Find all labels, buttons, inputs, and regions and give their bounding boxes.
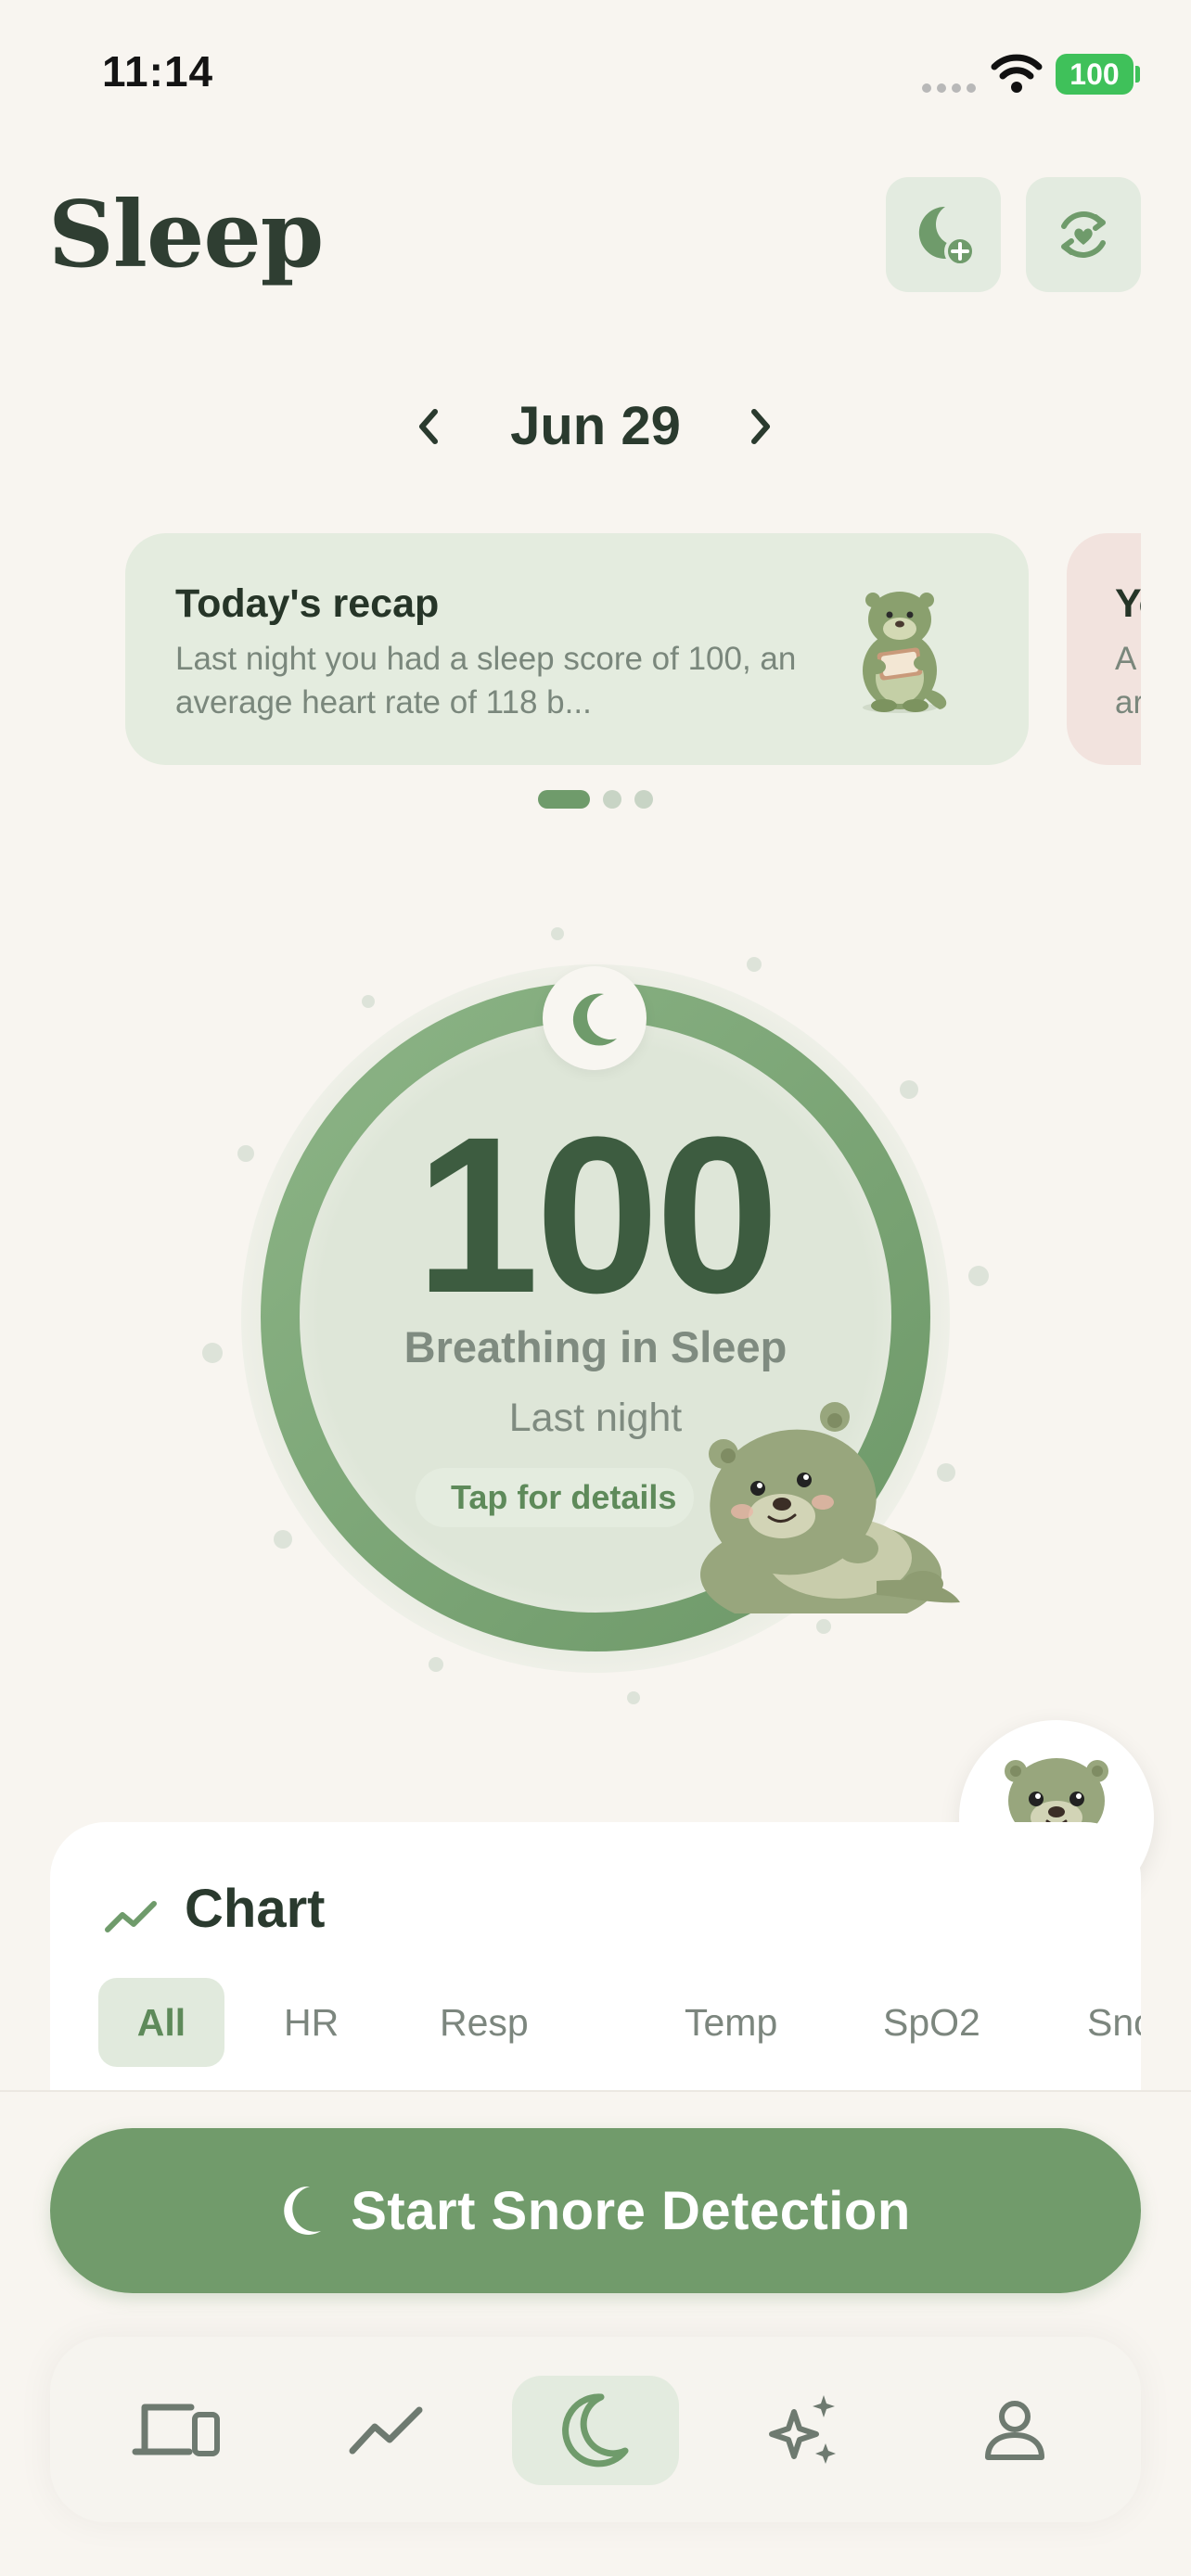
nav-sleep[interactable] <box>512 2376 679 2485</box>
battery-cap <box>1135 66 1140 83</box>
sparkles-icon <box>769 2395 836 2464</box>
nav-trends[interactable] <box>302 2376 469 2485</box>
recap-next-title: Yo <box>1115 581 1141 626</box>
sleep-score-value: 100 <box>415 1090 779 1339</box>
start-snore-detection-button[interactable]: Start Snore Detection <box>50 2128 1141 2293</box>
tab-snore[interactable]: Sno <box>1087 1978 1141 2067</box>
bottom-navigation <box>50 2337 1141 2522</box>
devices-icon <box>132 2404 220 2456</box>
otter-lying-illustration <box>700 1402 960 1613</box>
tab-all[interactable]: All <box>98 1978 224 2067</box>
sync-heart-icon <box>1061 211 1106 258</box>
chart-tabs: All HR Resp Temp SpO2 Sno <box>98 1978 1141 2071</box>
page-dot <box>634 790 653 809</box>
battery-indicator: 100 <box>1056 54 1133 95</box>
otter-reading-illustration <box>863 592 947 713</box>
tap-for-details-button[interactable]: Tap for details <box>416 1468 694 1527</box>
carousel-page-indicator <box>0 790 1191 809</box>
trend-icon <box>349 2406 423 2455</box>
sleep-score-ring[interactable]: 100 Breathing in Sleep Last night Tap fo… <box>186 909 1005 1728</box>
recap-body: Last night you had a sleep score of 100,… <box>175 641 797 721</box>
tab-temp[interactable]: Temp <box>685 1978 777 2067</box>
page-dot-active <box>538 790 590 809</box>
sync-button[interactable] <box>1026 177 1141 292</box>
moon-badge <box>543 966 647 1070</box>
profile-icon <box>985 2401 1044 2460</box>
sleep-moon-icon <box>562 2393 629 2468</box>
wifi-icon <box>991 54 1043 93</box>
add-sleep-button[interactable] <box>886 177 1001 292</box>
moon-icon <box>572 993 617 1046</box>
nav-devices[interactable] <box>93 2376 260 2485</box>
trend-chart-icon <box>105 1901 157 1932</box>
chart-heading: Chart <box>185 1879 326 1939</box>
next-day-button[interactable] <box>735 401 787 453</box>
cta-label: Start Snore Detection <box>351 2180 911 2241</box>
moon-plus-icon <box>918 206 976 267</box>
decor-dot <box>551 927 564 940</box>
decor-dot <box>429 1657 443 1672</box>
score-metric-label: Breathing in Sleep <box>403 1322 788 1371</box>
chart-card: Chart All HR Resp Temp SpO2 Sno <box>50 1822 1141 2110</box>
tab-resp[interactable]: Resp <box>440 1978 529 2067</box>
nav-insights[interactable] <box>722 2376 889 2485</box>
page-title: Sleep <box>48 182 324 288</box>
chevron-right-icon <box>751 409 770 444</box>
moon-icon <box>284 2186 322 2235</box>
cellular-signal-icon <box>922 83 976 93</box>
page-dot <box>603 790 621 809</box>
current-date: Jun 29 <box>510 396 681 456</box>
recap-card[interactable]: Today's recap Last night you had a sleep… <box>125 533 1029 765</box>
tab-hr[interactable]: HR <box>284 1978 339 2067</box>
decor-dot <box>627 1691 640 1704</box>
tab-spo2[interactable]: SpO2 <box>883 1978 980 2067</box>
status-bar: 11:14 100 <box>0 0 1191 148</box>
recap-title: Today's recap <box>175 581 440 626</box>
status-time: 11:14 <box>102 47 214 96</box>
nav-profile[interactable] <box>931 2376 1098 2485</box>
recap-next-body: A ar <box>1115 641 1141 721</box>
recap-card-next[interactable]: Yo A ar <box>1067 533 1141 765</box>
date-navigator: Jun 29 <box>0 380 1191 473</box>
decor-dot <box>747 957 762 972</box>
